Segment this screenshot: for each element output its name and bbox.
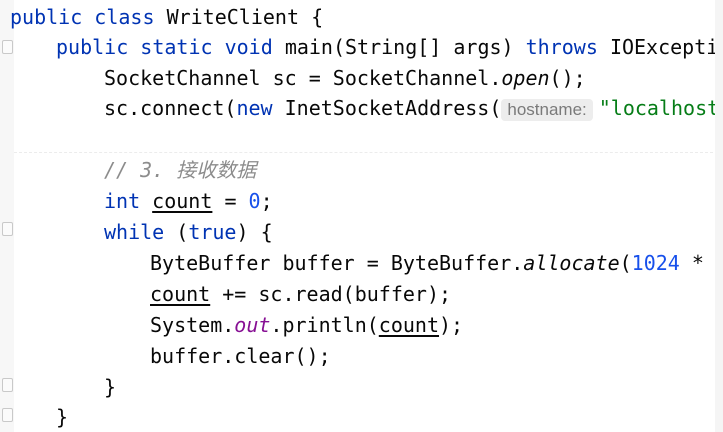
keyword: int <box>104 189 141 213</box>
static-field: out <box>234 313 271 337</box>
comment: // 3. 接收数据 <box>104 158 257 182</box>
code-editor[interactable]: public class WriteClient { public static… <box>0 0 723 432</box>
keyword: throws <box>525 35 598 59</box>
code-text: ( <box>176 220 189 244</box>
code-line-12[interactable]: } <box>104 372 116 402</box>
vertical-scrollbar[interactable] <box>715 0 723 432</box>
operator: = <box>224 189 237 213</box>
code-line-5[interactable]: // 3. 接收数据 <box>104 155 256 185</box>
code-text: ) { <box>236 220 273 244</box>
variable: count <box>150 282 211 306</box>
parameter-hint: hostname: <box>501 99 593 121</box>
code-line-8[interactable]: ByteBuffer buffer = ByteBuffer.allocate(… <box>150 248 723 278</box>
separator-line <box>14 152 723 153</box>
code-text: ( <box>619 251 632 275</box>
code-line-11[interactable]: buffer.clear(); <box>150 341 331 371</box>
brace: } <box>104 375 117 399</box>
code-line-3[interactable]: SocketChannel sc = SocketChannel.open(); <box>104 63 586 93</box>
code-text: ; <box>260 189 273 213</box>
code-text: SocketChannel sc = SocketChannel. <box>104 66 502 90</box>
keyword: true <box>188 220 237 244</box>
keyword: class <box>94 5 155 29</box>
code-text: sc.connect( <box>104 96 237 120</box>
number-literal: 1024 <box>631 251 680 275</box>
variable: count <box>378 313 440 337</box>
fold-marker-icon[interactable] <box>2 222 13 236</box>
operator: * <box>679 251 716 275</box>
fold-marker-icon[interactable] <box>2 378 13 392</box>
code-line-4[interactable]: sc.connect(new InetSocketAddress(hostnam… <box>104 93 719 123</box>
keyword: static <box>140 35 213 59</box>
code-line-7[interactable]: while (true) { <box>104 217 273 247</box>
keyword: while <box>104 220 165 244</box>
fold-marker-icon[interactable] <box>2 40 13 54</box>
code-line-2[interactable]: public static void main(String[] args) t… <box>56 32 723 62</box>
class-name: WriteClient <box>166 5 300 29</box>
exception-type: IOException <box>609 35 723 59</box>
keyword: public <box>56 35 129 59</box>
number-literal: 0 <box>248 189 261 213</box>
variable: count <box>152 189 213 213</box>
brace: } <box>56 405 69 429</box>
keyword: void <box>224 35 273 59</box>
static-method: open <box>501 66 550 90</box>
static-method: allocate <box>523 251 620 275</box>
code-text: ByteBuffer buffer = ByteBuffer. <box>150 251 524 275</box>
fold-marker-icon[interactable] <box>2 408 13 422</box>
keyword: public <box>10 5 83 29</box>
code-text: System. <box>150 313 235 337</box>
keyword: new <box>236 96 273 120</box>
code-text: += sc.read(buffer); <box>210 282 452 306</box>
string-literal: "localhost <box>598 96 720 120</box>
code-line-13[interactable]: } <box>56 402 68 432</box>
code-line-10[interactable]: System.out.println(count); <box>150 310 463 340</box>
code-text: buffer.clear(); <box>150 344 331 368</box>
code-text: .println( <box>270 313 379 337</box>
class-name: InetSocketAddress( <box>284 96 502 120</box>
editor-gutter <box>0 0 14 432</box>
code-line-6[interactable]: int count = 0; <box>104 186 273 216</box>
code-text: ); <box>439 313 464 337</box>
code-text: (); <box>549 66 586 90</box>
code-line-1[interactable]: public class WriteClient { <box>10 2 323 32</box>
method-signature: main(String[] args) <box>284 35 514 59</box>
code-line-9[interactable]: count += sc.read(buffer); <box>150 279 451 309</box>
brace: { <box>311 5 324 29</box>
